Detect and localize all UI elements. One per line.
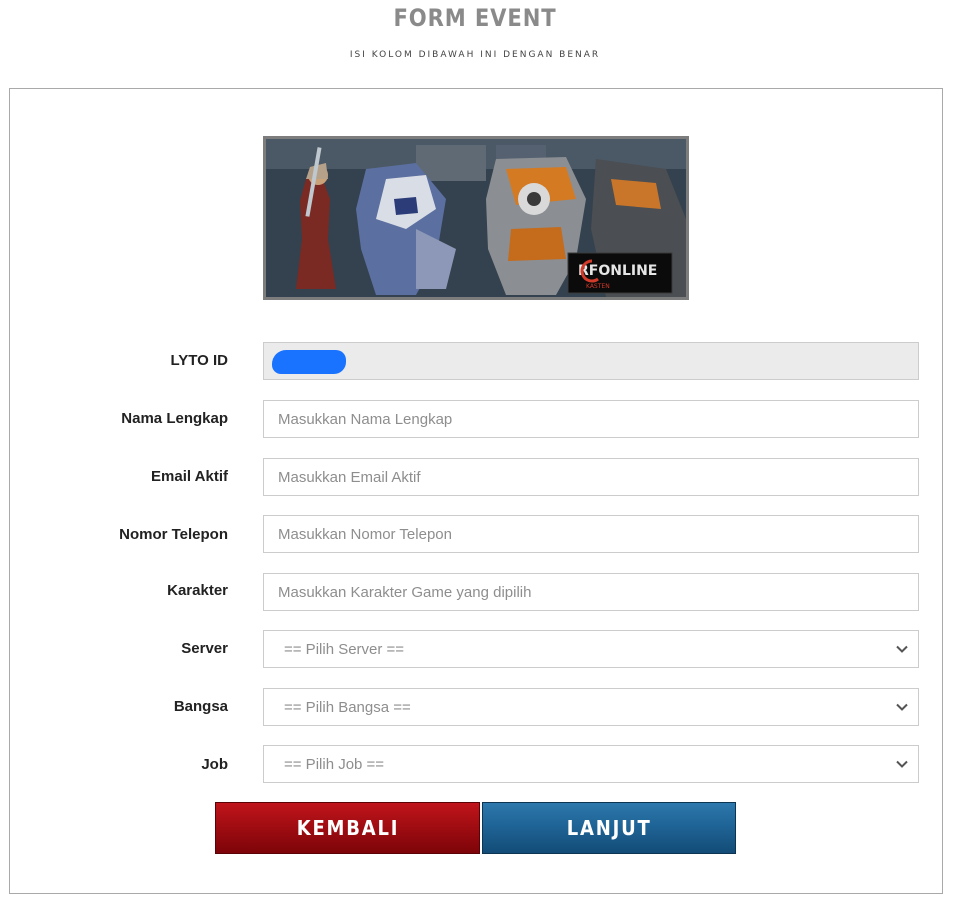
kembali-button[interactable]: KEMBALI: [215, 802, 480, 854]
job-select[interactable]: == Pilih Job ==: [264, 746, 918, 782]
page-subtitle: ISI KOLOM DIBAWAH INI DENGAN BENAR: [349, 50, 601, 60]
nama-lengkap-label: Nama Lengkap: [121, 410, 228, 427]
banner-logo-text: RFONLINE: [578, 263, 657, 279]
lanjut-button[interactable]: LANJUT: [482, 802, 736, 854]
page-title: FORM EVENT: [393, 4, 557, 32]
lyto-id-field: [263, 342, 919, 380]
job-label: Job: [201, 756, 228, 773]
nama-lengkap-field-wrapper: [263, 400, 919, 438]
nama-lengkap-input[interactable]: [264, 401, 918, 437]
kembali-button-label: KEMBALI: [296, 816, 399, 840]
email-aktif-input[interactable]: [264, 459, 918, 495]
lyto-id-label: LYTO ID: [170, 352, 228, 369]
server-select[interactable]: == Pilih Server ==: [264, 631, 918, 667]
karakter-field-wrapper: [263, 573, 919, 611]
email-aktif-field-wrapper: [263, 458, 919, 496]
karakter-label: Karakter: [167, 582, 228, 599]
job-select-wrapper: == Pilih Job ==: [263, 745, 919, 783]
nomor-telepon-field-wrapper: [263, 515, 919, 553]
redacted-value: [272, 350, 346, 374]
banner-logo-subtext: KASTEN: [586, 283, 610, 290]
bangsa-label: Bangsa: [173, 698, 228, 715]
game-banner-image: RFONLINE KASTEN: [263, 136, 689, 300]
server-label: Server: [181, 640, 228, 657]
server-select-wrapper: == Pilih Server ==: [263, 630, 919, 668]
bangsa-select[interactable]: == Pilih Bangsa ==: [264, 689, 918, 725]
bangsa-select-wrapper: == Pilih Bangsa ==: [263, 688, 919, 726]
email-aktif-label: Email Aktif: [151, 468, 228, 485]
nomor-telepon-input[interactable]: [264, 516, 918, 552]
lanjut-button-label: LANJUT: [566, 816, 652, 840]
nomor-telepon-label: Nomor Telepon: [119, 526, 228, 543]
karakter-input[interactable]: [264, 574, 918, 610]
